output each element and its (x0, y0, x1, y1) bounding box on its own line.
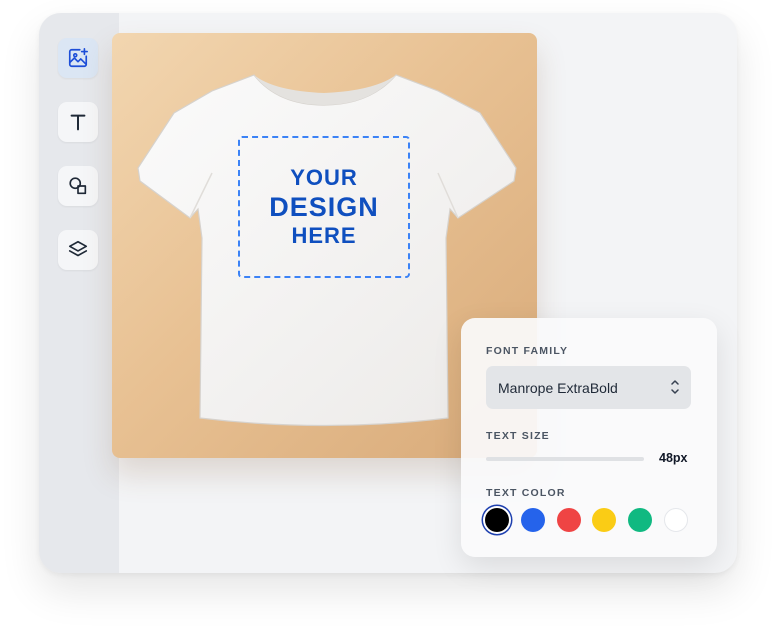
add-image-tool-button[interactable] (58, 38, 98, 78)
text-icon (70, 114, 86, 131)
text-color-label: TEXT COLOR (486, 487, 566, 499)
layers-icon (68, 240, 88, 257)
font-family-select[interactable]: Manrope ExtraBold (486, 366, 691, 409)
text-tool-button[interactable] (58, 102, 98, 142)
design-placeholder-text[interactable]: YOUR DESIGN HERE (238, 136, 410, 278)
design-text-line-2: DESIGN (269, 192, 379, 222)
design-text-line-1: YOUR (290, 165, 358, 190)
text-size-label: TEXT SIZE (486, 430, 550, 442)
font-family-value: Manrope ExtraBold (498, 379, 618, 396)
color-swatch-red[interactable] (557, 508, 581, 532)
tool-sidebar (39, 13, 119, 573)
text-properties-panel: FONT FAMILY Manrope ExtraBold TEXT SIZE … (461, 318, 717, 557)
text-size-slider[interactable] (486, 457, 644, 461)
color-swatch-yellow[interactable] (592, 508, 616, 532)
shapes-tool-button[interactable] (58, 166, 98, 206)
shapes-icon (69, 177, 87, 195)
color-swatch-green[interactable] (628, 508, 652, 532)
design-text-line-3: HERE (291, 223, 357, 248)
color-swatch-blue[interactable] (521, 508, 545, 532)
color-swatch-white[interactable] (664, 508, 688, 532)
layers-tool-button[interactable] (58, 230, 98, 270)
chevron-up-down-icon (671, 380, 679, 394)
color-swatch-black[interactable] (485, 508, 509, 532)
font-family-label: FONT FAMILY (486, 345, 569, 357)
image-add-icon (68, 48, 88, 68)
text-size-value: 48px (659, 451, 688, 465)
